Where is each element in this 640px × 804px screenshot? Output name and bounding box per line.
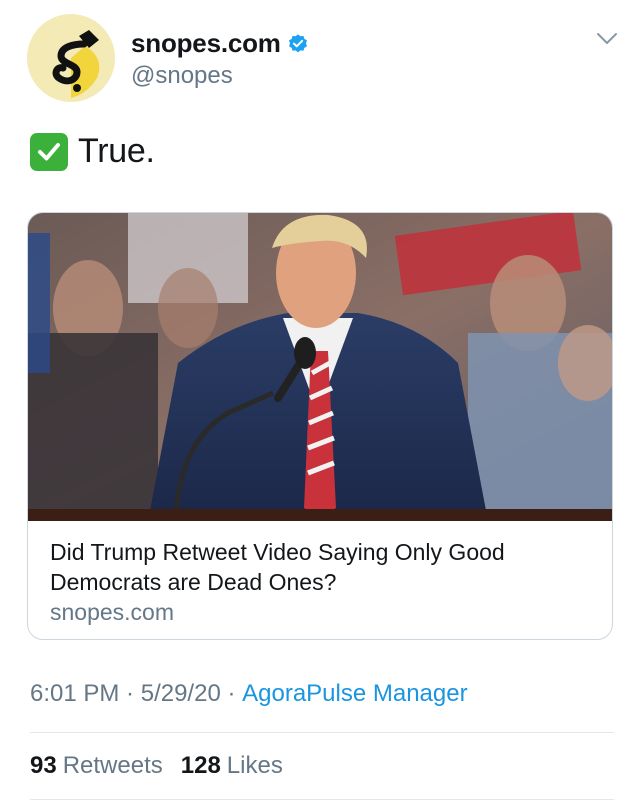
display-name[interactable]: snopes.com [131,28,281,59]
tweet-date: 5/29/20 [140,680,221,707]
check-mark-emoji-icon [30,132,68,171]
tweet-text: True. [30,132,155,171]
card-domain: snopes.com [50,599,175,625]
tweet-source-link[interactable]: AgoraPulse Manager [242,680,467,708]
tweet-body: True. [78,132,155,170]
meta-separator: · [220,680,243,707]
tweet-stats: 93 Retweets 128 Likes [30,752,283,780]
card-photo [28,213,612,521]
card-title[interactable]: Did Trump Retweet Video Saying Only Good… [50,537,590,597]
snopes-logo-icon [27,14,115,102]
divider [30,732,614,733]
likes-stat[interactable]: 128 Likes [181,752,283,780]
display-name-row[interactable]: snopes.com [131,28,309,59]
avatar[interactable] [27,14,115,102]
retweets-count: 93 [30,752,57,779]
chevron-down-icon[interactable] [596,32,618,46]
retweets-label: Retweets [62,752,163,779]
meta-separator: · [119,680,141,707]
tweet-time: 6:01 PM [30,680,120,707]
tweet-header: snopes.com @snopes [0,0,640,110]
retweets-stat[interactable]: 93 Retweets [30,752,163,780]
link-preview-card[interactable]: Did Trump Retweet Video Saying Only Good… [27,212,613,640]
divider [30,799,614,800]
card-image[interactable] [28,213,612,521]
likes-label: Likes [226,752,283,779]
user-handle[interactable]: @snopes [131,62,233,90]
tweet-meta: 6:01 PM · 5/29/20 · AgoraPulse Manager [30,680,468,708]
likes-count: 128 [180,752,221,779]
verified-badge-icon [288,33,307,52]
